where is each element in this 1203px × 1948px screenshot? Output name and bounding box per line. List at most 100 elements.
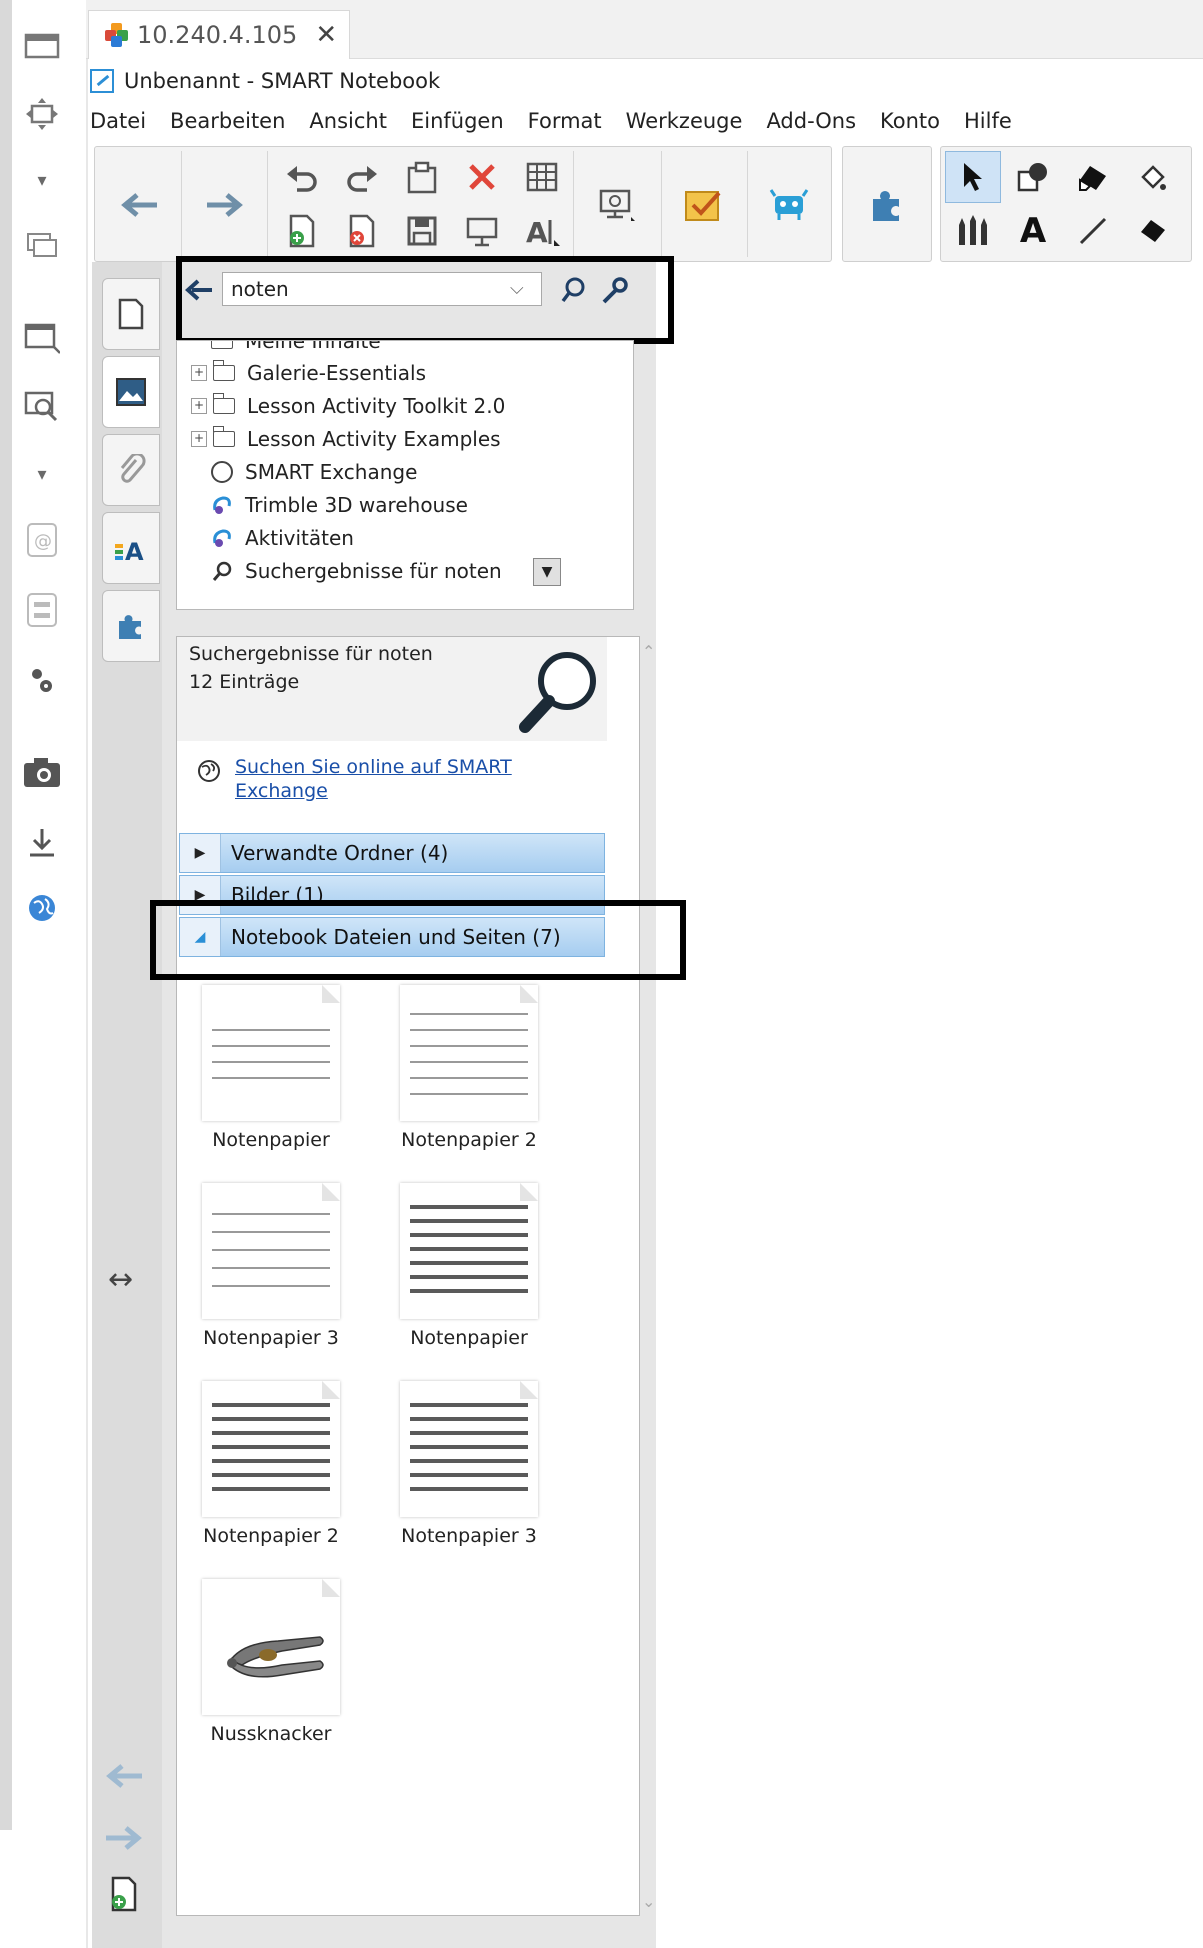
tree-item-lesson-activity-examples[interactable]: + Lesson Activity Examples <box>177 423 501 455</box>
puzzle-icon[interactable] <box>857 175 917 235</box>
toolbar-separator <box>181 151 182 257</box>
section-label: Verwandte Ordner (4) <box>231 841 449 865</box>
add-page-icon[interactable] <box>104 1874 144 1914</box>
resize-handle-icon[interactable]: ↔ <box>108 1262 133 1297</box>
window-icon[interactable] <box>22 26 62 66</box>
text-format-icon[interactable]: A <box>515 205 569 257</box>
pens-icon[interactable] <box>945 205 1001 257</box>
folder-icon <box>212 426 235 447</box>
table-icon[interactable] <box>515 151 569 203</box>
tree-item-smart-exchange[interactable]: SMART Exchange <box>177 456 417 488</box>
expand-icon[interactable]: + <box>191 365 207 381</box>
select-arrow-icon[interactable] <box>945 151 1001 203</box>
eraser-small-icon[interactable] <box>1125 205 1181 257</box>
search-online-link[interactable]: Suchen Sie online auf SMART Exchange <box>235 755 575 803</box>
tree-item-aktivitaeten[interactable]: Aktivitäten <box>177 522 354 554</box>
tab-gallery[interactable] <box>102 356 160 428</box>
result-item[interactable]: Nussknacker <box>197 1579 345 1745</box>
add-page-icon[interactable] <box>275 205 329 257</box>
dropdown-arrow-icon[interactable]: ▼ <box>533 558 561 586</box>
shapes-icon[interactable] <box>1005 151 1061 203</box>
eraser-icon[interactable] <box>1065 151 1121 203</box>
trimble-icon <box>211 494 233 516</box>
results-header: Suchergebnisse für noten 12 Einträge <box>177 637 607 741</box>
highlight-box-search <box>176 256 674 344</box>
globe-icon[interactable] <box>22 888 62 928</box>
forward-arrow-icon[interactable] <box>195 175 255 235</box>
tab-attachments[interactable] <box>102 434 160 506</box>
text-tool-icon[interactable]: A <box>1005 205 1061 257</box>
tree-item-meine-inhalte[interactable]: Meine Inhalte <box>177 340 381 357</box>
menu-ansicht[interactable]: Ansicht <box>309 109 387 133</box>
result-item[interactable]: Notenpapier <box>395 1183 543 1349</box>
windows-stack-icon[interactable] <box>22 226 62 266</box>
delete-icon[interactable] <box>455 151 509 203</box>
save-icon[interactable] <box>395 205 449 257</box>
toggle-panel-icon[interactable] <box>22 590 62 630</box>
browser-tab[interactable]: 10.240.4.105 ✕ <box>88 10 350 59</box>
resize-window-icon[interactable] <box>22 318 62 358</box>
undo-icon[interactable] <box>275 151 329 203</box>
response-check-icon[interactable] <box>673 175 733 235</box>
chevron-down-icon[interactable]: ▾ <box>22 454 62 494</box>
redo-icon[interactable] <box>335 151 389 203</box>
results-title: Suchergebnisse für noten <box>189 643 433 665</box>
tree-item-label: Meine Inhalte <box>245 340 381 353</box>
settings-gears-icon[interactable] <box>22 660 62 700</box>
menu-hilfe[interactable]: Hilfe <box>964 109 1012 133</box>
result-item[interactable]: Notenpapier 3 <box>197 1183 345 1349</box>
menu-datei[interactable]: Datei <box>90 109 146 133</box>
line-tool-icon[interactable] <box>1065 205 1121 257</box>
nussknacker-thumbnail <box>202 1579 340 1715</box>
window-title-bar: Unbenannt - SMART Notebook <box>90 64 440 98</box>
delete-page-icon[interactable] <box>335 205 389 257</box>
scroll-up-icon[interactable]: ⌃ <box>642 642 655 661</box>
folder-icon <box>212 393 235 414</box>
camera-icon[interactable] <box>22 752 62 792</box>
fill-bucket-icon[interactable] <box>1125 151 1181 203</box>
tree-item-trimble-3d-warehouse[interactable]: Trimble 3D warehouse <box>177 489 468 521</box>
tab-addons[interactable] <box>102 590 160 662</box>
toolbar-separator <box>573 151 574 257</box>
close-icon[interactable]: ✕ <box>315 20 337 50</box>
menu-format[interactable]: Format <box>528 109 602 133</box>
menu-einfuegen[interactable]: Einfügen <box>411 109 504 133</box>
result-item[interactable]: Notenpapier 2 <box>197 1381 345 1547</box>
remote-toolbar-edge <box>86 0 88 1948</box>
previous-page-icon[interactable] <box>104 1756 144 1796</box>
toolbar-separator <box>747 151 748 257</box>
expand-icon[interactable]: + <box>191 431 207 447</box>
email-icon[interactable]: @ <box>22 520 62 560</box>
expand-icon[interactable]: + <box>191 398 207 414</box>
next-page-icon[interactable] <box>104 1818 144 1858</box>
tree-item-lesson-activity-toolkit[interactable]: + Lesson Activity Toolkit 2.0 <box>177 390 505 422</box>
highlight-box-notebook-section <box>150 900 686 980</box>
monster-activity-icon[interactable] <box>759 175 819 235</box>
zoom-window-icon[interactable] <box>22 386 62 426</box>
move-icon[interactable] <box>22 94 62 134</box>
result-item[interactable]: Notenpapier 3 <box>395 1381 543 1547</box>
tab-properties[interactable]: A <box>102 512 160 584</box>
download-icon[interactable] <box>22 822 62 862</box>
folder-icon <box>211 341 233 349</box>
tree-item-suchergebnisse[interactable]: Suchergebnisse für noten <box>177 555 502 587</box>
tab-page-sorter[interactable] <box>102 278 160 350</box>
scroll-down-icon[interactable]: ⌄ <box>642 1892 655 1911</box>
chevron-down-icon[interactable]: ▾ <box>22 160 62 200</box>
tree-item-label: Lesson Activity Toolkit 2.0 <box>247 394 506 418</box>
section-verwandte-ordner[interactable]: ▶ Verwandte Ordner (4) <box>179 833 605 873</box>
result-item[interactable]: Notenpapier 2 <box>395 985 543 1151</box>
sidebar-tabs: A ↔ <box>92 262 162 1948</box>
screen-shade-icon[interactable] <box>455 205 509 257</box>
display-icon[interactable] <box>585 175 645 235</box>
result-item-label: Notenpapier 2 <box>401 1129 537 1151</box>
back-arrow-icon[interactable] <box>109 175 169 235</box>
result-item[interactable]: Notenpapier <box>197 985 345 1151</box>
tree-item-galerie-essentials[interactable]: + Galerie-Essentials <box>177 357 426 389</box>
menu-werkzeuge[interactable]: Werkzeuge <box>626 109 743 133</box>
menu-addons[interactable]: Add-Ons <box>766 109 856 133</box>
paste-icon[interactable] <box>395 151 449 203</box>
menu-konto[interactable]: Konto <box>880 109 940 133</box>
results-count: 12 Einträge <box>189 671 300 693</box>
menu-bearbeiten[interactable]: Bearbeiten <box>170 109 285 133</box>
